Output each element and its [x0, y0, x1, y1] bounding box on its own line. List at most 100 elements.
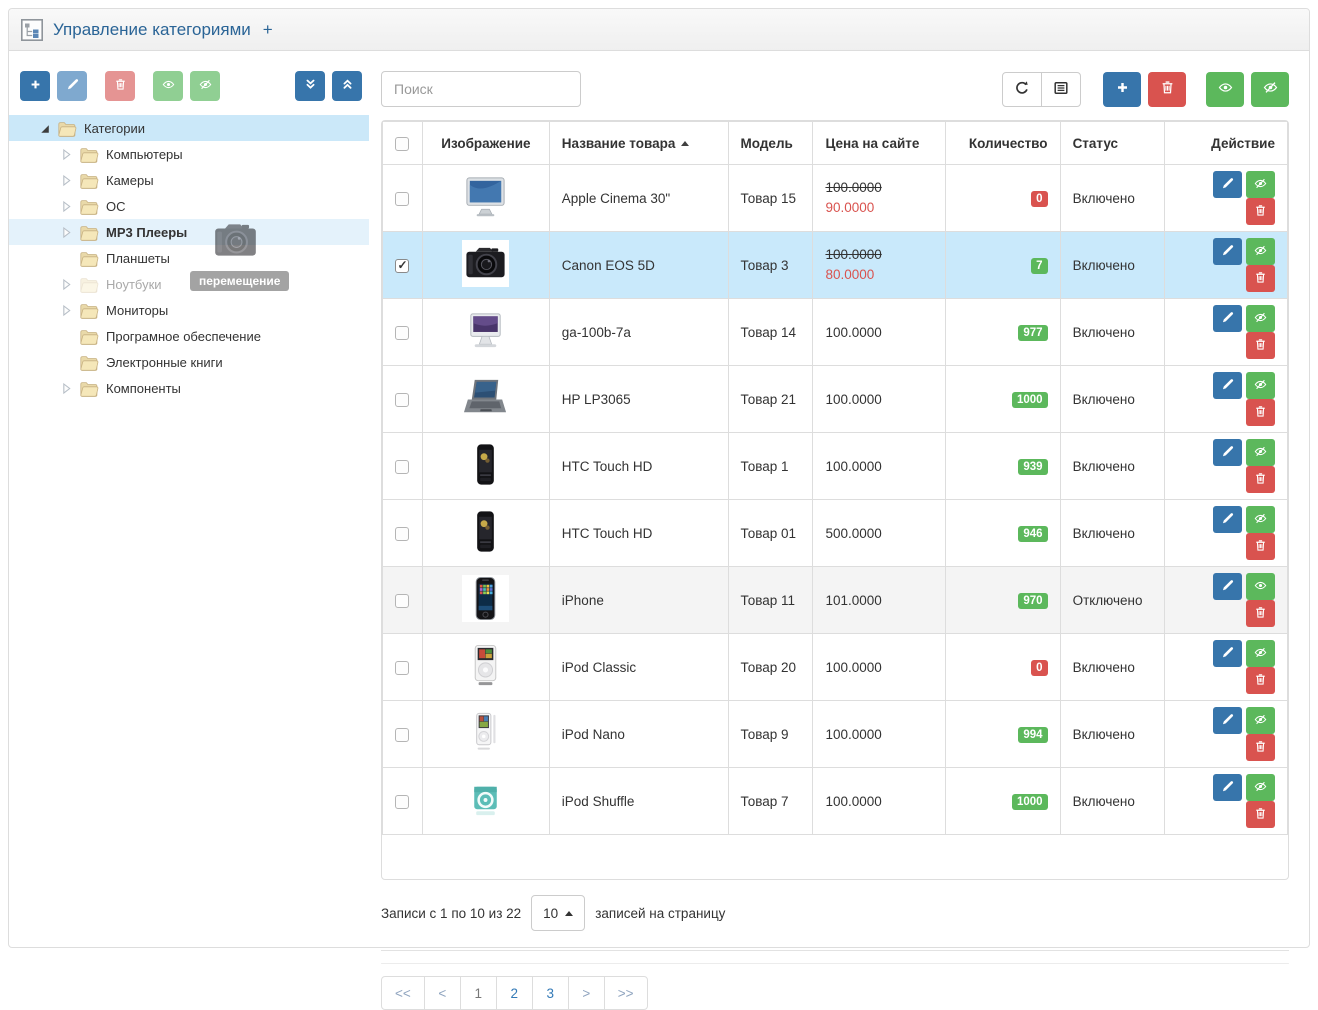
table-row[interactable]: HTC Touch HDТовар 1100.0000939Включено — [383, 433, 1288, 500]
caret-closed-icon[interactable] — [59, 381, 74, 396]
row-checkbox[interactable] — [395, 326, 409, 340]
row-checkbox[interactable] — [395, 393, 409, 407]
row-checkbox[interactable] — [395, 661, 409, 675]
edit-product-button[interactable] — [1213, 372, 1242, 399]
toggle-product-visibility-button[interactable] — [1246, 774, 1275, 801]
tree-node-label[interactable]: Камеры — [106, 173, 154, 188]
column-header[interactable]: Название товара — [549, 122, 728, 165]
toggle-product-visibility-button[interactable] — [1246, 707, 1275, 734]
tree-node[interactable]: Компьютеры — [9, 141, 369, 167]
column-header[interactable]: Статус — [1060, 122, 1165, 165]
table-row[interactable]: HTC Touch HDТовар 01500.0000946Включено — [383, 500, 1288, 567]
tree-node[interactable]: Програмное обеспечение — [9, 323, 369, 349]
edit-product-button[interactable] — [1213, 305, 1242, 332]
tree-node-label[interactable]: ОС — [106, 199, 126, 214]
edit-product-button[interactable] — [1213, 640, 1242, 667]
delete-product-button[interactable] — [1246, 198, 1275, 225]
delete-product-button[interactable] — [1246, 600, 1275, 627]
caret-closed-icon[interactable] — [59, 277, 74, 292]
add-category-button[interactable] — [20, 71, 50, 101]
caret-closed-icon[interactable] — [59, 199, 74, 214]
row-checkbox[interactable] — [395, 594, 409, 608]
caret-closed-icon[interactable] — [59, 147, 74, 162]
edit-product-button[interactable] — [1213, 171, 1242, 198]
delete-category-button[interactable] — [105, 71, 135, 101]
table-row[interactable]: Apple Cinema 30"Товар 15100.000090.00000… — [383, 165, 1288, 232]
table-row[interactable]: iPod ClassicТовар 20100.00000Включено — [383, 634, 1288, 701]
page-next-button[interactable]: > — [568, 976, 605, 1010]
tree-node[interactable]: Компоненты — [9, 375, 369, 401]
edit-product-button[interactable] — [1213, 238, 1242, 265]
edit-product-button[interactable] — [1213, 573, 1242, 600]
column-header[interactable]: Действие — [1165, 122, 1288, 165]
search-input[interactable] — [381, 71, 581, 107]
edit-product-button[interactable] — [1213, 439, 1242, 466]
show-product-button[interactable] — [1206, 72, 1244, 107]
toggle-product-visibility-button[interactable] — [1246, 238, 1275, 265]
page-size-select[interactable]: 10 — [531, 895, 585, 931]
page-3-button[interactable]: 3 — [532, 976, 569, 1010]
delete-product-button[interactable] — [1246, 667, 1275, 694]
edit-product-button[interactable] — [1213, 774, 1242, 801]
caret-closed-icon[interactable] — [59, 303, 74, 318]
add-product-button[interactable] — [1103, 72, 1141, 107]
caret-open-icon[interactable] — [37, 121, 52, 136]
column-header[interactable]: Цена на сайте — [813, 122, 945, 165]
page-1-button[interactable]: 1 — [460, 976, 497, 1010]
table-row[interactable]: iPod NanoТовар 9100.0000994Включено — [383, 701, 1288, 768]
row-checkbox[interactable] — [395, 728, 409, 742]
tree-node-label[interactable]: Програмное обеспечение — [106, 329, 261, 344]
edit-product-button[interactable] — [1213, 707, 1242, 734]
page-prev-button[interactable]: < — [424, 976, 461, 1010]
table-row[interactable]: HP LP3065Товар 21100.00001000Включено — [383, 366, 1288, 433]
toggle-product-visibility-button[interactable] — [1246, 372, 1275, 399]
tree-node-label[interactable]: Электронные книги — [106, 355, 223, 370]
delete-product-button[interactable] — [1246, 265, 1275, 292]
tree-node-label[interactable]: Ноутбуки — [106, 277, 162, 292]
table-row[interactable]: ga-100b-7aТовар 14100.0000977Включено — [383, 299, 1288, 366]
column-header[interactable]: Изображение — [422, 122, 549, 165]
tree-node[interactable]: Мониторы — [9, 297, 369, 323]
row-checkbox[interactable] — [395, 460, 409, 474]
edit-category-button[interactable] — [57, 71, 87, 101]
table-row[interactable]: iPhoneТовар 11101.0000970Отключено — [383, 567, 1288, 634]
tree-node[interactable]: Планшеты — [9, 245, 369, 271]
row-checkbox[interactable] — [395, 259, 409, 273]
caret-closed-icon[interactable] — [59, 225, 74, 240]
expand-all-button[interactable] — [295, 71, 325, 101]
toggle-product-visibility-button[interactable] — [1246, 439, 1275, 466]
select-all-checkbox[interactable] — [395, 137, 409, 151]
tree-node[interactable]: Электронные книги — [9, 349, 369, 375]
columns-button[interactable] — [1041, 72, 1081, 107]
toggle-product-visibility-button[interactable] — [1246, 171, 1275, 198]
tree-node-label[interactable]: Компьютеры — [106, 147, 183, 162]
tree-node[interactable]: ОС — [9, 193, 369, 219]
caret-closed-icon[interactable] — [59, 173, 74, 188]
tree-node[interactable]: Ноутбуки — [9, 271, 369, 297]
delete-product-button[interactable] — [1246, 533, 1275, 560]
page-2-button[interactable]: 2 — [496, 976, 533, 1010]
hide-category-button[interactable] — [190, 71, 220, 101]
row-checkbox[interactable] — [395, 527, 409, 541]
column-header[interactable]: Модель — [728, 122, 813, 165]
tree-node-label[interactable]: Категории — [84, 121, 145, 136]
table-row[interactable]: Canon EOS 5DТовар 3100.000080.00007Включ… — [383, 232, 1288, 299]
row-checkbox[interactable] — [395, 192, 409, 206]
table-row[interactable]: iPod ShuffleТовар 7100.00001000Включено — [383, 768, 1288, 835]
delete-product-button[interactable] — [1246, 466, 1275, 493]
delete-product-button[interactable] — [1246, 734, 1275, 761]
tree-node[interactable]: MP3 Плееры — [9, 219, 369, 245]
delete-product-button[interactable] — [1246, 801, 1275, 828]
toggle-product-visibility-button[interactable] — [1246, 305, 1275, 332]
show-category-button[interactable] — [153, 71, 183, 101]
page-last-button[interactable]: >> — [604, 976, 648, 1010]
tree-node-label[interactable]: Планшеты — [106, 251, 170, 266]
refresh-button[interactable] — [1002, 72, 1042, 107]
toggle-product-visibility-button[interactable] — [1246, 640, 1275, 667]
hide-product-button[interactable] — [1251, 72, 1289, 107]
delete-product-button[interactable] — [1148, 72, 1186, 107]
column-header[interactable]: Количество — [945, 122, 1060, 165]
tree-node-label[interactable]: Компоненты — [106, 381, 181, 396]
edit-product-button[interactable] — [1213, 506, 1242, 533]
collapse-all-button[interactable] — [332, 71, 362, 101]
